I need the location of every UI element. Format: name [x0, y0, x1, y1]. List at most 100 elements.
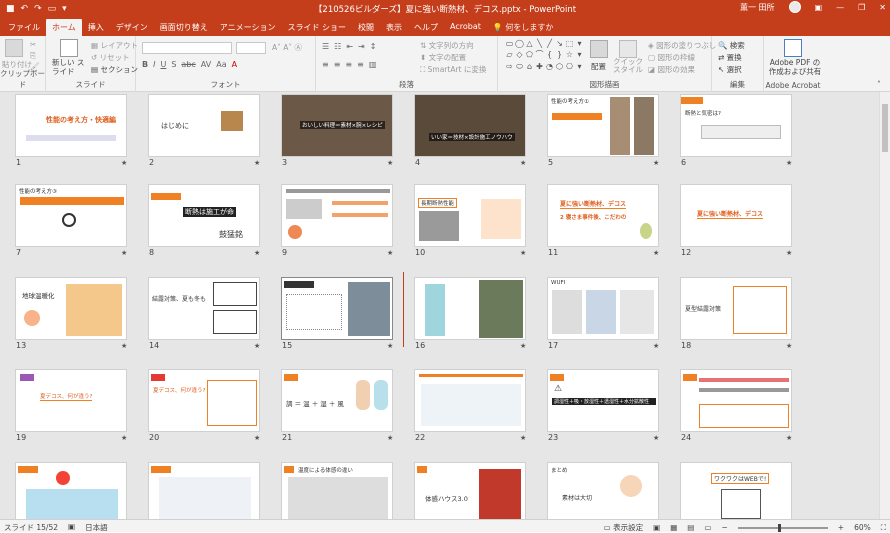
increase-indent-icon[interactable]: ⇥: [358, 42, 365, 51]
slide-thumb-10[interactable]: 長期断熱性能: [414, 184, 526, 247]
start-presentation-icon[interactable]: ▭: [48, 4, 57, 14]
shape-outline-button[interactable]: ▢ 図形の枠線: [648, 52, 695, 63]
slide-thumb-12[interactable]: 夏に強い断熱材、デコス: [680, 184, 792, 247]
tab-insert[interactable]: 挿入: [82, 19, 110, 36]
bullets-icon[interactable]: ☰: [322, 42, 329, 51]
collapse-ribbon-icon[interactable]: ˄: [877, 80, 881, 89]
columns-icon[interactable]: ▥: [369, 60, 377, 69]
slide-thumb-18[interactable]: 夏型結露対策: [680, 277, 792, 340]
slide-thumb-2[interactable]: はじめに: [148, 94, 260, 157]
slide-thumb-11[interactable]: 夏に強い断熱材、デコス 2 寝さま事件後、こだわの: [547, 184, 659, 247]
slide-thumb-20[interactable]: 夏デコス、何が違う?: [148, 369, 260, 432]
restore-icon[interactable]: ❐: [858, 3, 865, 12]
layout-button[interactable]: ▦ レイアウト: [91, 40, 138, 51]
undo-icon[interactable]: ↶: [21, 4, 29, 14]
reset-button[interactable]: ↺ リセット: [91, 52, 130, 63]
language-indicator[interactable]: 日本語: [85, 522, 108, 533]
redo-icon[interactable]: ↷: [34, 4, 42, 14]
shape-effects-button[interactable]: ◪ 図形の効果: [648, 64, 695, 75]
text-direction-button[interactable]: ⇅ 文字列の方向: [420, 40, 474, 51]
slide-thumb-4[interactable]: いい家＝技材×設計施工ノウハウ: [414, 94, 526, 157]
slide-thumb-6[interactable]: 断熱と気密は?: [680, 94, 792, 157]
numbering-icon[interactable]: ☷: [334, 42, 341, 51]
select-button[interactable]: ↖ 選択: [718, 64, 742, 75]
align-text-button[interactable]: ⬍ 文字の配置: [420, 52, 466, 63]
fit-to-window-icon[interactable]: ⛶: [881, 523, 886, 533]
customize-qat-icon[interactable]: ▾: [62, 4, 67, 14]
font-size-box[interactable]: [236, 42, 266, 54]
save-icon[interactable]: ■: [6, 4, 15, 14]
shapes-gallery[interactable]: ▭ ◯ △ ╲ ╱ ↘ ⬚ ▾ ▱ ◇ ⬠ ⌒{} ☆ ▾ ⇨ ⬭ ⌂ ✚ ◔ ⬡ ⎔ ▾: [505, 39, 585, 72]
slide-thumb-16[interactable]: [414, 277, 526, 340]
zoom-slider[interactable]: [737, 523, 828, 532]
slide-sorter-view-icon[interactable]: ▦: [670, 523, 677, 532]
reading-view-icon[interactable]: ▤: [687, 523, 694, 532]
font-name-box[interactable]: [142, 42, 232, 54]
slide-thumb-24[interactable]: [680, 369, 792, 432]
font-grow-shrink-icons[interactable]: A˄ A˅ Ⓐ: [272, 42, 302, 53]
zoom-level[interactable]: 60%: [854, 523, 871, 532]
display-settings-button[interactable]: ▭ 表示設定: [604, 522, 643, 533]
slide-thumb-19[interactable]: 夏デコス、何が違う?: [15, 369, 127, 432]
tab-view[interactable]: 表示: [380, 19, 408, 36]
align-right-icon[interactable]: ≡: [345, 60, 352, 69]
slide-thumb-1[interactable]: 性能の考え方・快適編: [15, 94, 127, 157]
slide-thumb-15[interactable]: [281, 277, 393, 340]
zoom-in-icon[interactable]: +: [838, 523, 844, 532]
slide-thumb-27[interactable]: 温度による体感の違い: [281, 462, 393, 519]
tab-review[interactable]: 校閲: [352, 19, 380, 36]
slideshow-view-icon[interactable]: ▭: [704, 523, 711, 532]
arrange-button[interactable]: 配置: [591, 61, 606, 72]
tab-design[interactable]: デザイン: [110, 19, 154, 36]
scrollbar-thumb[interactable]: [882, 104, 888, 152]
slide-thumb-21[interactable]: 調 ＝ 温 ＋ 湿 ＋ 風: [281, 369, 393, 432]
slide-thumb-22[interactable]: [414, 369, 526, 432]
zoom-slider-thumb[interactable]: [777, 523, 781, 532]
char-spacing-icon[interactable]: AV: [201, 60, 211, 69]
decrease-indent-icon[interactable]: ⇤: [346, 42, 353, 51]
minimize-icon[interactable]: —: [836, 3, 844, 12]
tab-slideshow[interactable]: スライド ショー: [281, 19, 352, 36]
paste-icon[interactable]: [5, 39, 23, 57]
strikethrough-icon[interactable]: abc: [181, 60, 195, 69]
create-pdf-button[interactable]: Adobe PDF の 作成および共有: [766, 58, 824, 76]
slide-thumb-9[interactable]: [281, 184, 393, 247]
justify-icon[interactable]: ≡: [357, 60, 364, 69]
arrange-icon[interactable]: [590, 40, 608, 58]
slide-thumb-3[interactable]: おいしい料理＝素材×腕×レシピ: [281, 94, 393, 157]
avatar[interactable]: [788, 1, 801, 13]
slide-thumb-26[interactable]: [148, 462, 260, 519]
slide-thumb-25[interactable]: [15, 462, 127, 519]
section-button[interactable]: ▤ セクション: [91, 64, 138, 75]
find-button[interactable]: 🔍 検索: [718, 40, 745, 51]
cut-icon[interactable]: ✂: [30, 40, 36, 49]
slide-thumb-23[interactable]: ⚠ 調湿性＋吸・放湿性＋透湿性＋水分拡散性: [547, 369, 659, 432]
new-slide-icon[interactable]: [60, 39, 78, 57]
new-slide-button[interactable]: 新しい スライド: [52, 58, 87, 76]
tell-me-search[interactable]: 💡 何をしますか: [487, 19, 560, 36]
slide-thumb-13[interactable]: 地球温暖化: [15, 277, 127, 340]
align-center-icon[interactable]: ≡: [334, 60, 341, 69]
slide-thumb-5[interactable]: 性能の考え方①: [547, 94, 659, 157]
zoom-out-icon[interactable]: −: [721, 523, 727, 532]
tab-home[interactable]: ホーム: [46, 19, 82, 36]
adobe-pdf-icon[interactable]: [784, 39, 802, 57]
slide-thumb-17[interactable]: WUFI: [547, 277, 659, 340]
normal-view-icon[interactable]: ▣: [653, 523, 660, 532]
change-case-icon[interactable]: Aa: [216, 60, 226, 69]
slide-thumb-14[interactable]: 結露対策、夏も冬も: [148, 277, 260, 340]
slide-thumb-30[interactable]: ワクワクはWEBで!: [680, 462, 792, 519]
font-color-icon[interactable]: A: [232, 60, 237, 69]
close-icon[interactable]: ✕: [879, 3, 886, 12]
slide-thumb-7[interactable]: 性能の考え方③: [15, 184, 127, 247]
shape-fill-button[interactable]: ◈ 図形の塗りつぶし: [648, 40, 716, 51]
line-spacing-icon[interactable]: ↕: [370, 42, 377, 51]
tab-transitions[interactable]: 画面切り替え: [154, 19, 214, 36]
tab-file[interactable]: ファイル: [2, 19, 46, 36]
user-name[interactable]: 薫一 田所: [740, 2, 775, 13]
slide-thumb-28[interactable]: 体感ハウス3.0: [414, 462, 526, 519]
tab-animations[interactable]: アニメーション: [214, 19, 282, 36]
slide-thumb-8[interactable]: 断熱は施工が命 鼓猛銘: [148, 184, 260, 247]
ribbon-display-icon[interactable]: ▣: [815, 3, 823, 12]
slide-thumb-29[interactable]: まとめ 素材は大切: [547, 462, 659, 519]
